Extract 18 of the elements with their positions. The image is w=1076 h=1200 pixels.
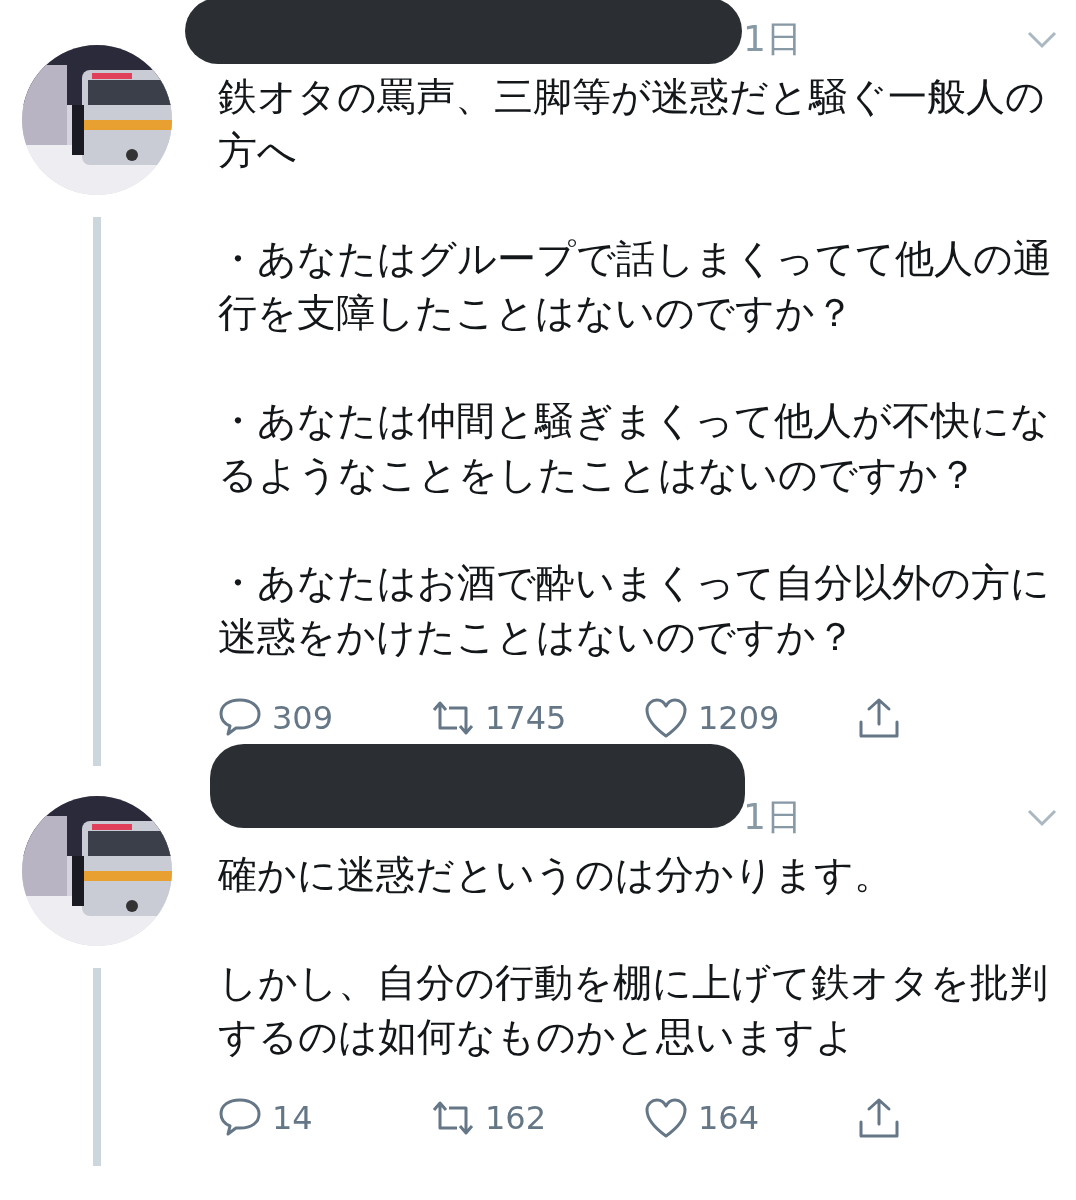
tweet-time: 1日 <box>743 16 802 61</box>
heart-icon[interactable] <box>644 1096 688 1140</box>
retweet-count: 162 <box>485 1099 547 1137</box>
share-icon[interactable] <box>857 1096 901 1140</box>
retweet-count: 1745 <box>485 699 567 737</box>
share-icon[interactable] <box>857 696 901 740</box>
reply-count: 309 <box>272 699 334 737</box>
tweet-text: ・あなたは仲間と騒ぎまくって他人が不快になるようなことをしたことはないのですか？ <box>218 397 1051 499</box>
tweet-text: ・あなたはお酒で酔いまくって自分以外の方に迷惑をかけたことはないのですか？ <box>218 559 1051 661</box>
tweet-text: しかし、自分の行動を棚に上げて鉄オタを批判するのは如何なものかと思いますよ <box>218 959 1049 1061</box>
reply-count: 14 <box>272 1099 313 1137</box>
tweet-text: ・あなたはグループで話しまくってて他人の通行を支障したことはないのですか？ <box>218 235 1053 337</box>
heart-icon[interactable] <box>644 696 688 740</box>
tweet-time: 1日 <box>743 794 802 839</box>
tweet-text: 確かに迷惑だというのは分かります。 <box>218 851 894 899</box>
like-count: 1209 <box>698 699 780 737</box>
tweet-text: 鉄オタの罵声、三脚等が迷惑だと騒ぐ一般人の方へ <box>218 73 1046 175</box>
like-count: 164 <box>698 1099 760 1137</box>
